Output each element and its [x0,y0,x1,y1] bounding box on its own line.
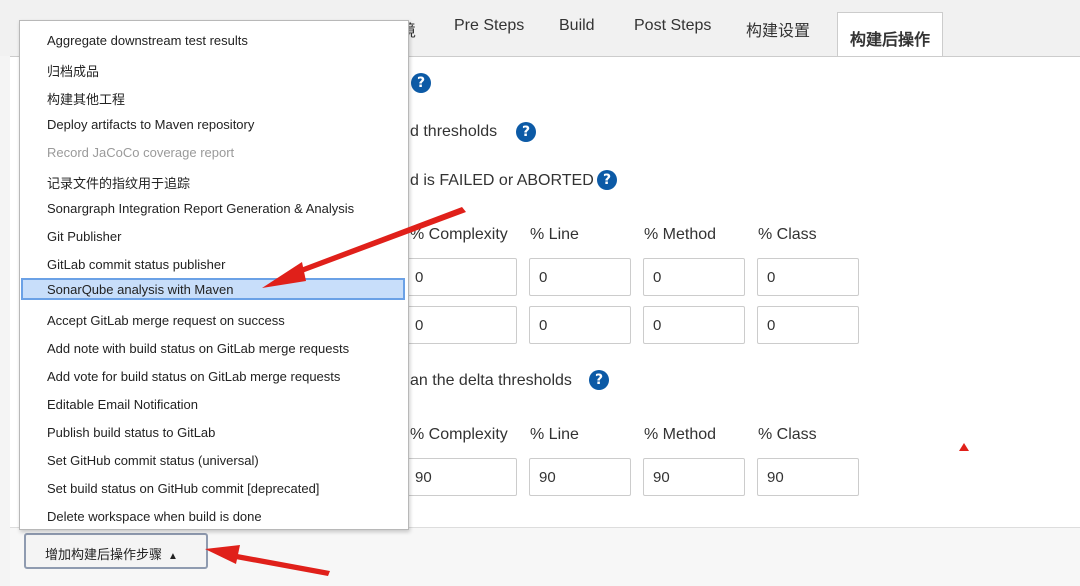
post-build-step-menu: Aggregate downstream test results 归档成品 构… [19,20,409,530]
complexity-input[interactable]: 0 [405,306,517,344]
column-complexity: % Complexity [410,226,508,243]
tab-build[interactable]: Build [559,17,595,35]
tab-post-steps[interactable]: Post Steps [634,17,711,35]
method-input[interactable]: 90 [643,458,745,496]
complexity-input[interactable]: 90 [405,458,517,496]
column-class: % Class [758,426,817,443]
column-complexity: % Complexity [410,426,508,443]
tab-pre-steps[interactable]: Pre Steps [454,17,524,35]
caret-up-icon: ▲ [168,551,178,562]
line-input[interactable]: 0 [529,306,631,344]
menu-item-github-status-universal[interactable]: Set GitHub commit status (universal) [20,449,408,471]
menu-item-sonargraph[interactable]: Sonargraph Integration Report Generation… [20,197,408,219]
menu-item-aggregate-test-results[interactable]: Aggregate downstream test results [20,29,408,51]
thresholds-label: d thresholds [410,123,498,140]
menu-item-delete-workspace[interactable]: Delete workspace when build is done [20,505,408,527]
help-circle-icon[interactable]: ? [516,122,536,142]
class-input[interactable]: 0 [757,258,859,296]
help-circle-icon[interactable]: ? [589,370,609,390]
menu-item-deploy-maven[interactable]: Deploy artifacts to Maven repository [20,113,408,135]
menu-item-build-other-projects[interactable]: 构建其他工程 [20,85,408,107]
menu-item-archive-artifacts[interactable]: 归档成品 [20,57,408,79]
red-triangle-icon [959,443,969,451]
column-method: % Method [644,426,717,443]
add-step-label: 增加构建后操作步骤 [45,547,163,562]
menu-item-git-publisher[interactable]: Git Publisher [20,225,408,247]
line-input[interactable]: 90 [529,458,631,496]
tab-post-build-actions[interactable]: 构建后操作 [837,12,944,57]
class-input[interactable]: 90 [757,458,859,496]
delta-thresholds-label: an the delta thresholds [410,372,572,389]
menu-item-gitlab-add-note[interactable]: Add note with build status on GitLab mer… [20,337,408,359]
menu-item-gitlab-add-vote[interactable]: Add vote for build status on GitLab merg… [20,365,408,387]
column-line: % Line [530,226,579,243]
menu-item-fingerprint[interactable]: 记录文件的指纹用于追踪 [20,169,408,191]
help-circle-icon[interactable]: ? [597,170,617,190]
tab-build-settings[interactable]: 构建设置 [746,17,810,41]
menu-item-publish-gitlab[interactable]: Publish build status to GitLab [20,421,408,443]
complexity-input[interactable]: 0 [405,258,517,296]
menu-item-gitlab-commit-status[interactable]: GitLab commit status publisher [20,253,408,275]
menu-item-jacoco: Record JaCoCo coverage report [47,145,235,160]
column-method: % Method [644,226,717,243]
menu-item-sonarqube-maven[interactable]: SonarQube analysis with Maven [21,278,405,300]
failed-aborted-label: d is FAILED or ABORTED [410,172,594,189]
menu-item-github-status-deprecated[interactable]: Set build status on GitHub commit [depre… [20,477,408,499]
method-input[interactable]: 0 [643,258,745,296]
class-input[interactable]: 0 [757,306,859,344]
column-class: % Class [758,226,817,243]
column-line: % Line [530,426,579,443]
add-post-build-step-button[interactable]: 增加构建后操作步骤 ▲ [24,533,208,569]
menu-item-gitlab-accept-mr[interactable]: Accept GitLab merge request on success [20,309,408,331]
line-input[interactable]: 0 [529,258,631,296]
menu-item-email-notification[interactable]: Editable Email Notification [20,393,408,415]
help-circle-icon[interactable]: ? [411,73,431,93]
method-input[interactable]: 0 [643,306,745,344]
